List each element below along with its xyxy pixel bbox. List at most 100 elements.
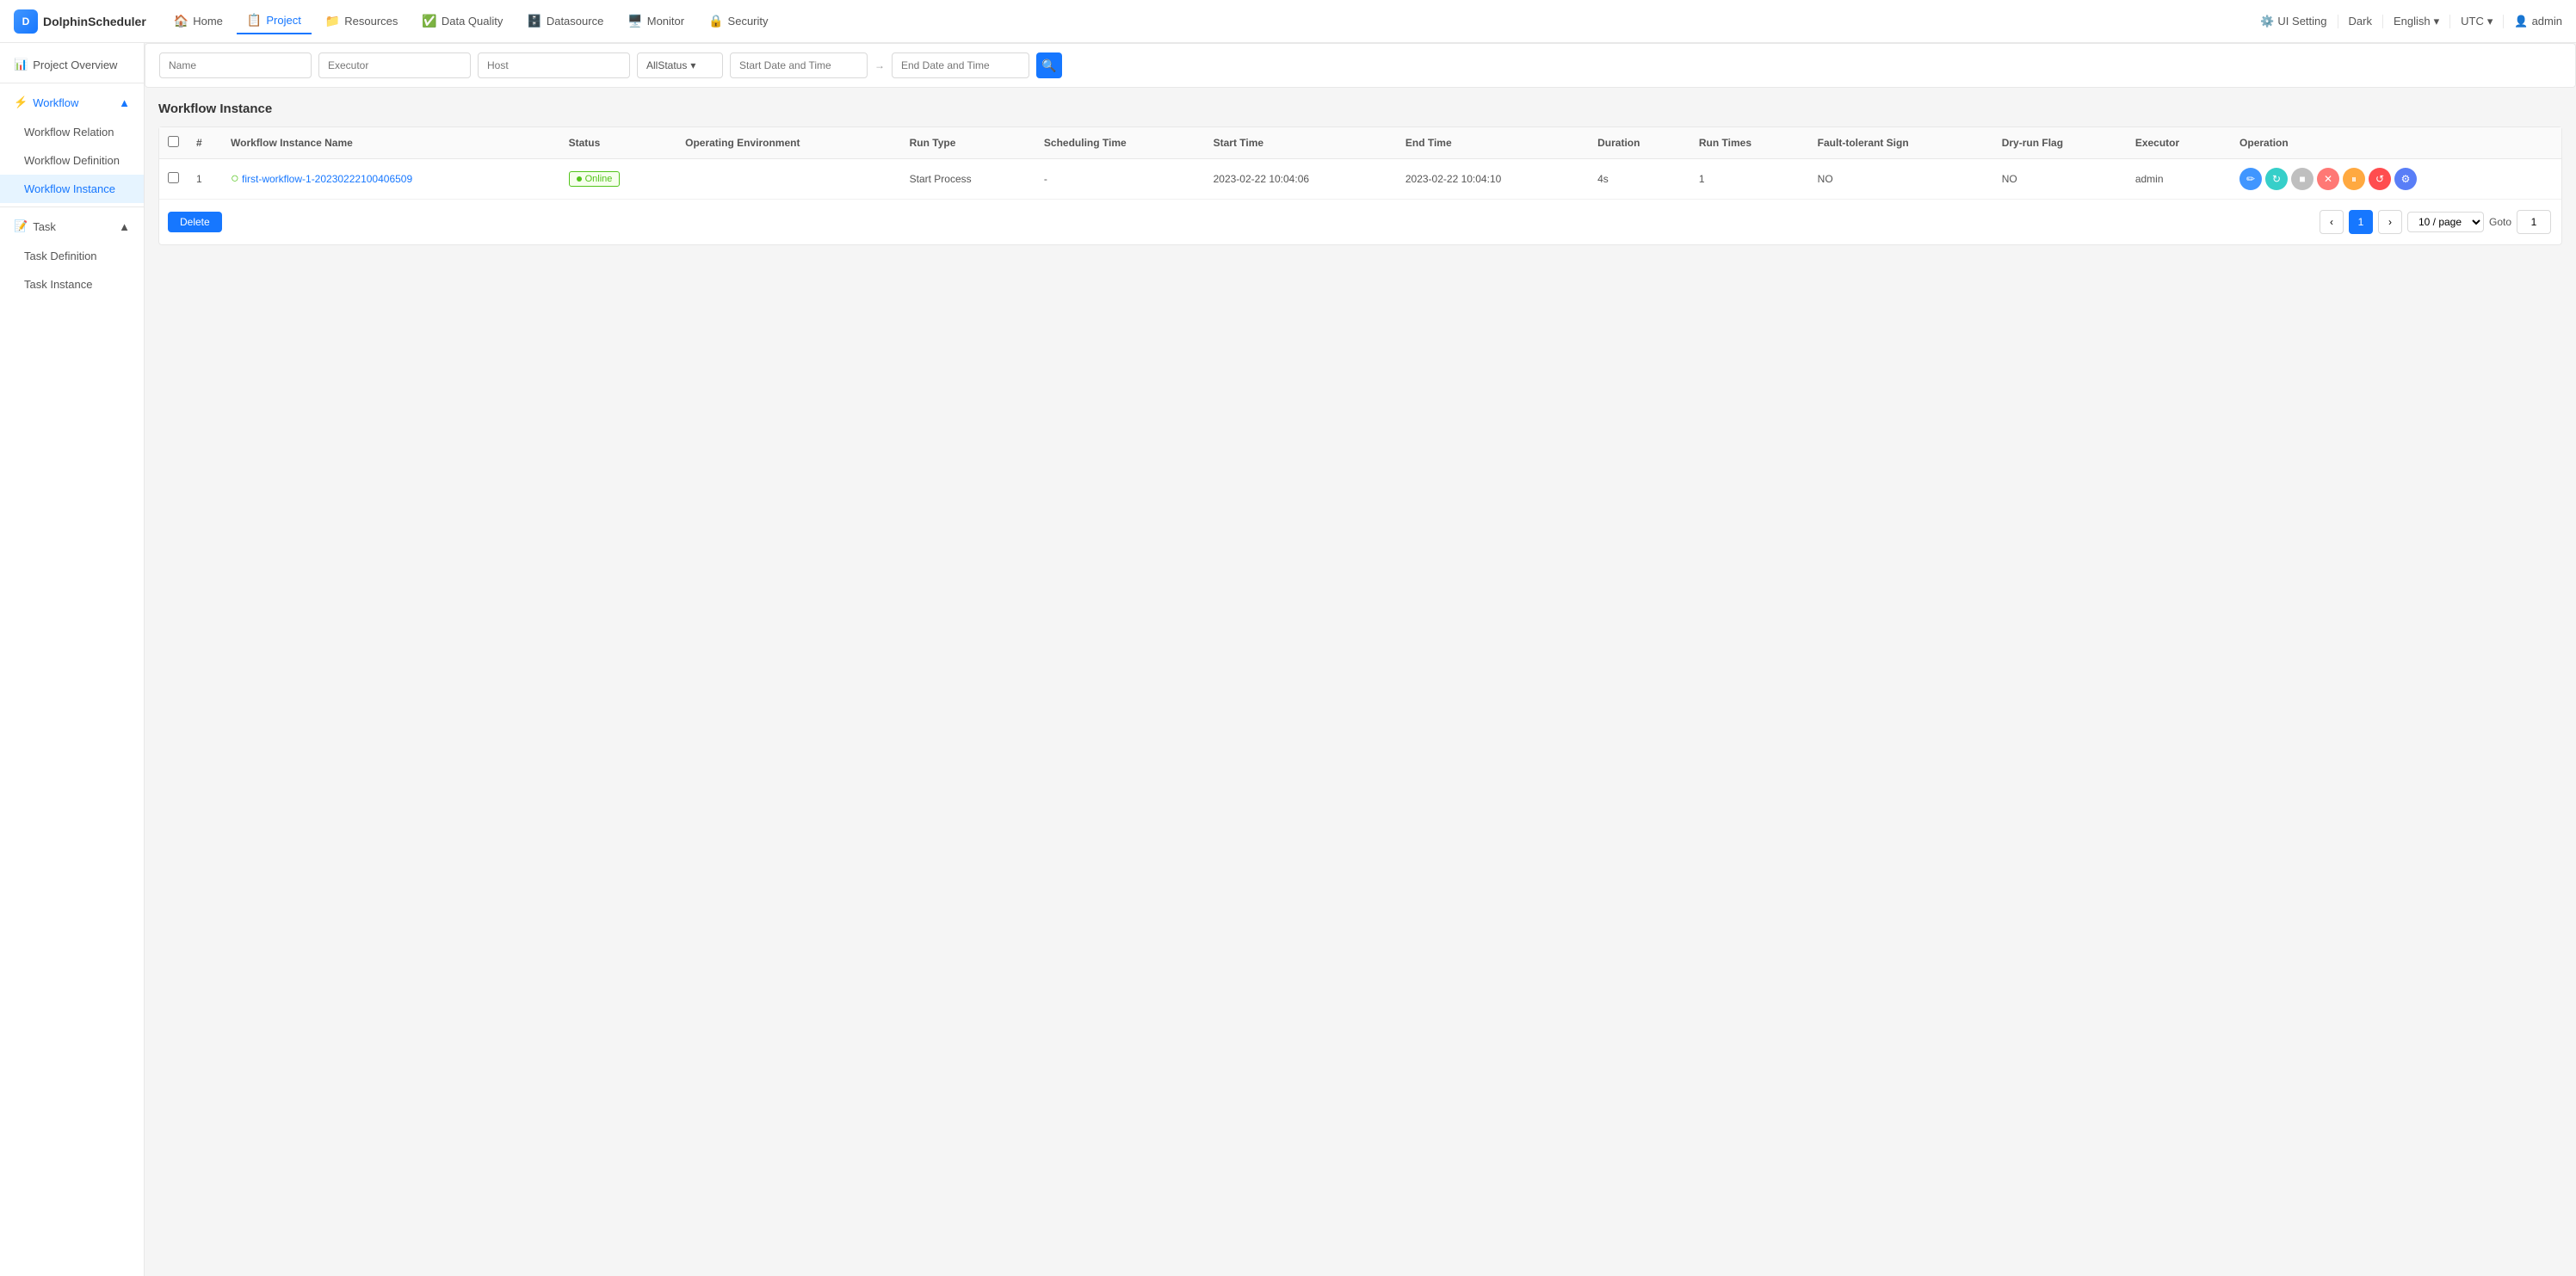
nav-home-label: Home	[193, 15, 223, 28]
success-status-icon: ○	[231, 171, 239, 186]
app-logo[interactable]: D DolphinScheduler	[14, 9, 146, 34]
goto-section: Goto	[2489, 210, 2551, 234]
col-operation-label: Operation	[2239, 137, 2289, 149]
nav-data-quality[interactable]: ✅ Data Quality	[411, 9, 513, 34]
settings-icon: ⚙️	[2260, 15, 2274, 28]
th-name: Workflow Instance Name	[222, 127, 560, 159]
task-header-left: 📝 Task	[14, 219, 56, 233]
td-executor: admin	[2127, 159, 2231, 200]
workflow-section: ⚡ Workflow ▲ Workflow Relation Workflow …	[0, 87, 144, 203]
dry-run-value: NO	[2002, 173, 2017, 185]
nav-right-section: ⚙️ UI Setting Dark English ▾ UTC ▾ 👤 adm…	[2260, 15, 2562, 28]
col-executor-label: Executor	[2135, 137, 2179, 149]
executor-value: admin	[2135, 173, 2164, 185]
edit-button[interactable]: ✏	[2239, 168, 2262, 190]
search-button[interactable]: 🔍	[1036, 52, 1062, 78]
th-operating-env: Operating Environment	[676, 127, 900, 159]
select-all-checkbox[interactable]	[168, 136, 179, 147]
end-date-filter[interactable]	[892, 52, 1029, 78]
start-date-filter[interactable]	[730, 52, 868, 78]
row-checkbox[interactable]	[168, 172, 179, 183]
nav-datasource[interactable]: 🗄️ Datasource	[516, 9, 614, 34]
workflow-instance-label: Workflow Instance	[24, 182, 115, 195]
nav-project-label: Project	[266, 14, 300, 27]
td-dry-run: NO	[1993, 159, 2127, 200]
main-content: Workflow Instance # Workflow	[145, 43, 2576, 1276]
sidebar-item-workflow-relation[interactable]: Workflow Relation	[0, 118, 144, 146]
col-operating-env-label: Operating Environment	[685, 137, 800, 149]
nav-project[interactable]: 📋 Project	[237, 8, 312, 34]
security-icon: 🔒	[708, 14, 723, 28]
nav-security[interactable]: 🔒 Security	[698, 9, 778, 34]
goto-input[interactable]	[2517, 210, 2551, 234]
td-operating-env	[676, 159, 900, 200]
td-status: Online	[560, 159, 677, 200]
sidebar-overview-label: Project Overview	[33, 59, 117, 71]
td-duration: 4s	[1589, 159, 1690, 200]
workflow-collapse-icon: ▲	[119, 96, 130, 109]
host-filter-input[interactable]	[478, 52, 630, 78]
workflow-header-left: ⚡ Workflow	[14, 96, 78, 109]
executor-filter-input[interactable]	[318, 52, 471, 78]
col-duration-label: Duration	[1597, 137, 1640, 149]
td-run-times: 1	[1690, 159, 1809, 200]
home-icon: 🏠	[174, 14, 188, 28]
timezone-label: UTC	[2461, 15, 2484, 28]
pagination: ‹ 1 › 10 / page Goto	[2309, 200, 2561, 244]
delete-row-button[interactable]: ✕	[2317, 168, 2339, 190]
stop-button[interactable]: ■	[2291, 168, 2313, 190]
delete-button[interactable]: Delete	[168, 212, 222, 232]
task-section-header[interactable]: 📝 Task ▲	[0, 211, 144, 242]
status-dot	[577, 176, 582, 182]
sidebar-item-workflow-definition[interactable]: Workflow Definition	[0, 146, 144, 175]
task-instance-label: Task Instance	[24, 278, 93, 291]
table-footer: Delete ‹ 1 › 10 / page Goto	[159, 200, 2561, 244]
recover-button[interactable]: ↺	[2369, 168, 2391, 190]
nav-home[interactable]: 🏠 Home	[164, 9, 233, 34]
datasource-icon: 🗄️	[527, 14, 541, 28]
col-start-time-label: Start Time	[1214, 137, 1263, 149]
start-time-value: 2023-02-22 10:04:06	[1214, 173, 1309, 185]
overview-icon: 📊	[14, 58, 28, 71]
nav-monitor[interactable]: 🖥️ Monitor	[617, 9, 695, 34]
language-select[interactable]: English ▾	[2394, 15, 2439, 28]
sidebar-item-task-instance[interactable]: Task Instance	[0, 270, 144, 299]
status-text: Online	[585, 174, 613, 184]
user-menu[interactable]: 👤 admin	[2514, 15, 2562, 28]
col-fault-tolerant-label: Fault-tolerant Sign	[1818, 137, 1909, 149]
timezone-select[interactable]: UTC ▾	[2461, 15, 2493, 28]
theme-label: Dark	[2349, 15, 2372, 28]
project-icon: 📋	[247, 13, 262, 28]
nav-divider-4	[2503, 15, 2504, 28]
col-run-type-label: Run Type	[910, 137, 956, 149]
task-section: 📝 Task ▲ Task Definition Task Instance	[0, 211, 144, 299]
col-run-times-label: Run Times	[1699, 137, 1751, 149]
workflow-section-header[interactable]: ⚡ Workflow ▲	[0, 87, 144, 118]
th-end-time: End Time	[1397, 127, 1589, 159]
page-title: Workflow Instance	[158, 102, 2562, 116]
nav-resources[interactable]: 📁 Resources	[315, 9, 409, 34]
pause-button[interactable]: ⏸	[2343, 168, 2365, 190]
col-scheduling-time-label: Scheduling Time	[1044, 137, 1127, 149]
sidebar-item-task-definition[interactable]: Task Definition	[0, 242, 144, 270]
page-area: Workflow Instance # Workflow	[158, 102, 2562, 245]
per-page-select[interactable]: 10 / page	[2407, 212, 2484, 232]
page-1-button[interactable]: 1	[2349, 210, 2373, 234]
next-page-button[interactable]: ›	[2378, 210, 2402, 234]
chevron-down-icon: ▾	[2434, 15, 2440, 28]
sidebar-item-workflow-instance[interactable]: Workflow Instance	[0, 175, 144, 203]
gantt-button[interactable]: ⚙	[2394, 168, 2417, 190]
rerun-button[interactable]: ↻	[2265, 168, 2288, 190]
td-start-time: 2023-02-22 10:04:06	[1205, 159, 1397, 200]
status-filter-select[interactable]: AllStatus ▾	[637, 52, 723, 78]
sidebar-item-project-overview[interactable]: 📊 Project Overview	[0, 50, 144, 79]
td-scheduling-time: -	[1035, 159, 1205, 200]
workflow-instance-link[interactable]: first-workflow-1-20230222100406509	[242, 173, 412, 185]
nav-divider-3	[2449, 15, 2450, 28]
ui-setting-button[interactable]: ⚙️ UI Setting	[2260, 15, 2326, 28]
th-operation: Operation	[2231, 127, 2561, 159]
table-header-row: # Workflow Instance Name Status Operatin…	[159, 127, 2561, 159]
prev-page-button[interactable]: ‹	[2320, 210, 2344, 234]
theme-toggle[interactable]: Dark	[2349, 15, 2372, 28]
name-filter-input[interactable]	[159, 52, 312, 78]
